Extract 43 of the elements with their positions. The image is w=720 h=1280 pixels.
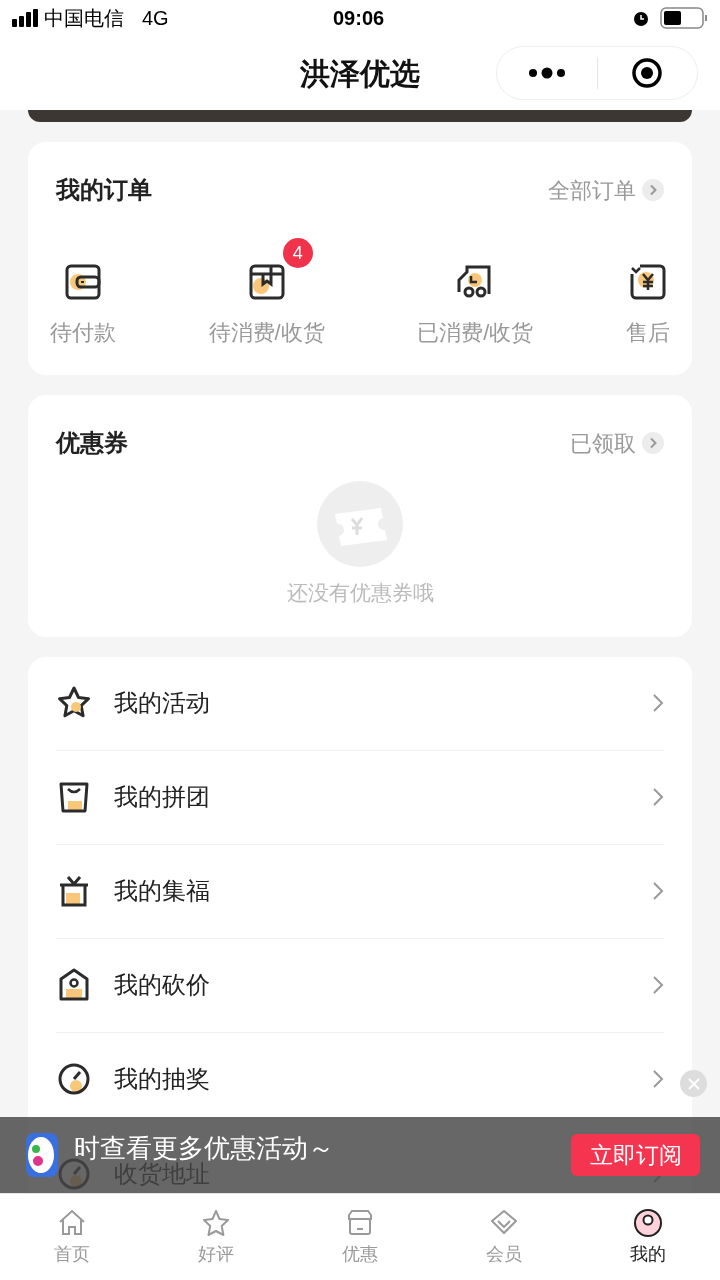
status-time: 09:06 [333,6,385,31]
tab-item[interactable]: 首页 [0,1194,144,1280]
tab-item[interactable]: 我的 [576,1194,720,1280]
carrier-name: 中国电信 [44,6,124,31]
gauge-icon [56,1061,92,1097]
wallet-icon [63,262,103,302]
menu-item[interactable]: 我的砍价 [56,938,664,1033]
chevron-icon [642,179,664,201]
chevron-icon [652,787,664,807]
user-icon [632,1206,664,1239]
chevron-icon [652,693,664,713]
tab-item[interactable]: 好评 [144,1194,288,1280]
section-title: 我的订单 [56,175,152,205]
menu-item[interactable]: 我的活动 [56,656,664,751]
app-logo-icon [26,1133,58,1177]
signal-icon [12,9,40,27]
more-icon [527,67,566,79]
order-status-button[interactable]: 已消费/收货 [417,262,534,349]
battery-icon [660,7,708,29]
close-icon [687,1077,700,1090]
page-title: 洪泽优选 [300,55,420,92]
claimed-link[interactable]: 已领取 [570,426,664,460]
order-status-button[interactable]: 待付款 [50,262,116,349]
menu-item[interactable]: 我的集福 [56,844,664,939]
count-badge: 4 [282,238,313,268]
order-status-button[interactable]: 售后 [626,262,670,349]
target-icon [631,57,664,89]
tab-item[interactable]: 会员 [432,1194,576,1280]
network-type: 4G [142,6,169,31]
chevron-icon [652,1069,664,1089]
menu-item[interactable]: 我的拼团 [56,750,664,845]
chevron-icon [652,975,664,995]
subscribe-button[interactable]: 立即订阅 [571,1134,700,1176]
all-orders-link[interactable]: 全部订单 [548,173,664,207]
receipt-icon [628,262,668,302]
section-title: 优惠券 [56,428,128,458]
empty-message: 还没有优惠券哦 [286,580,434,606]
banner-text: 时查看更多优惠活动～ [74,1135,334,1161]
alarm-icon [632,9,650,27]
empty-coupon-icon [317,481,403,567]
tab-item[interactable]: 优惠 [288,1194,432,1280]
chevron-icon [642,432,664,454]
chevron-icon [652,881,664,901]
